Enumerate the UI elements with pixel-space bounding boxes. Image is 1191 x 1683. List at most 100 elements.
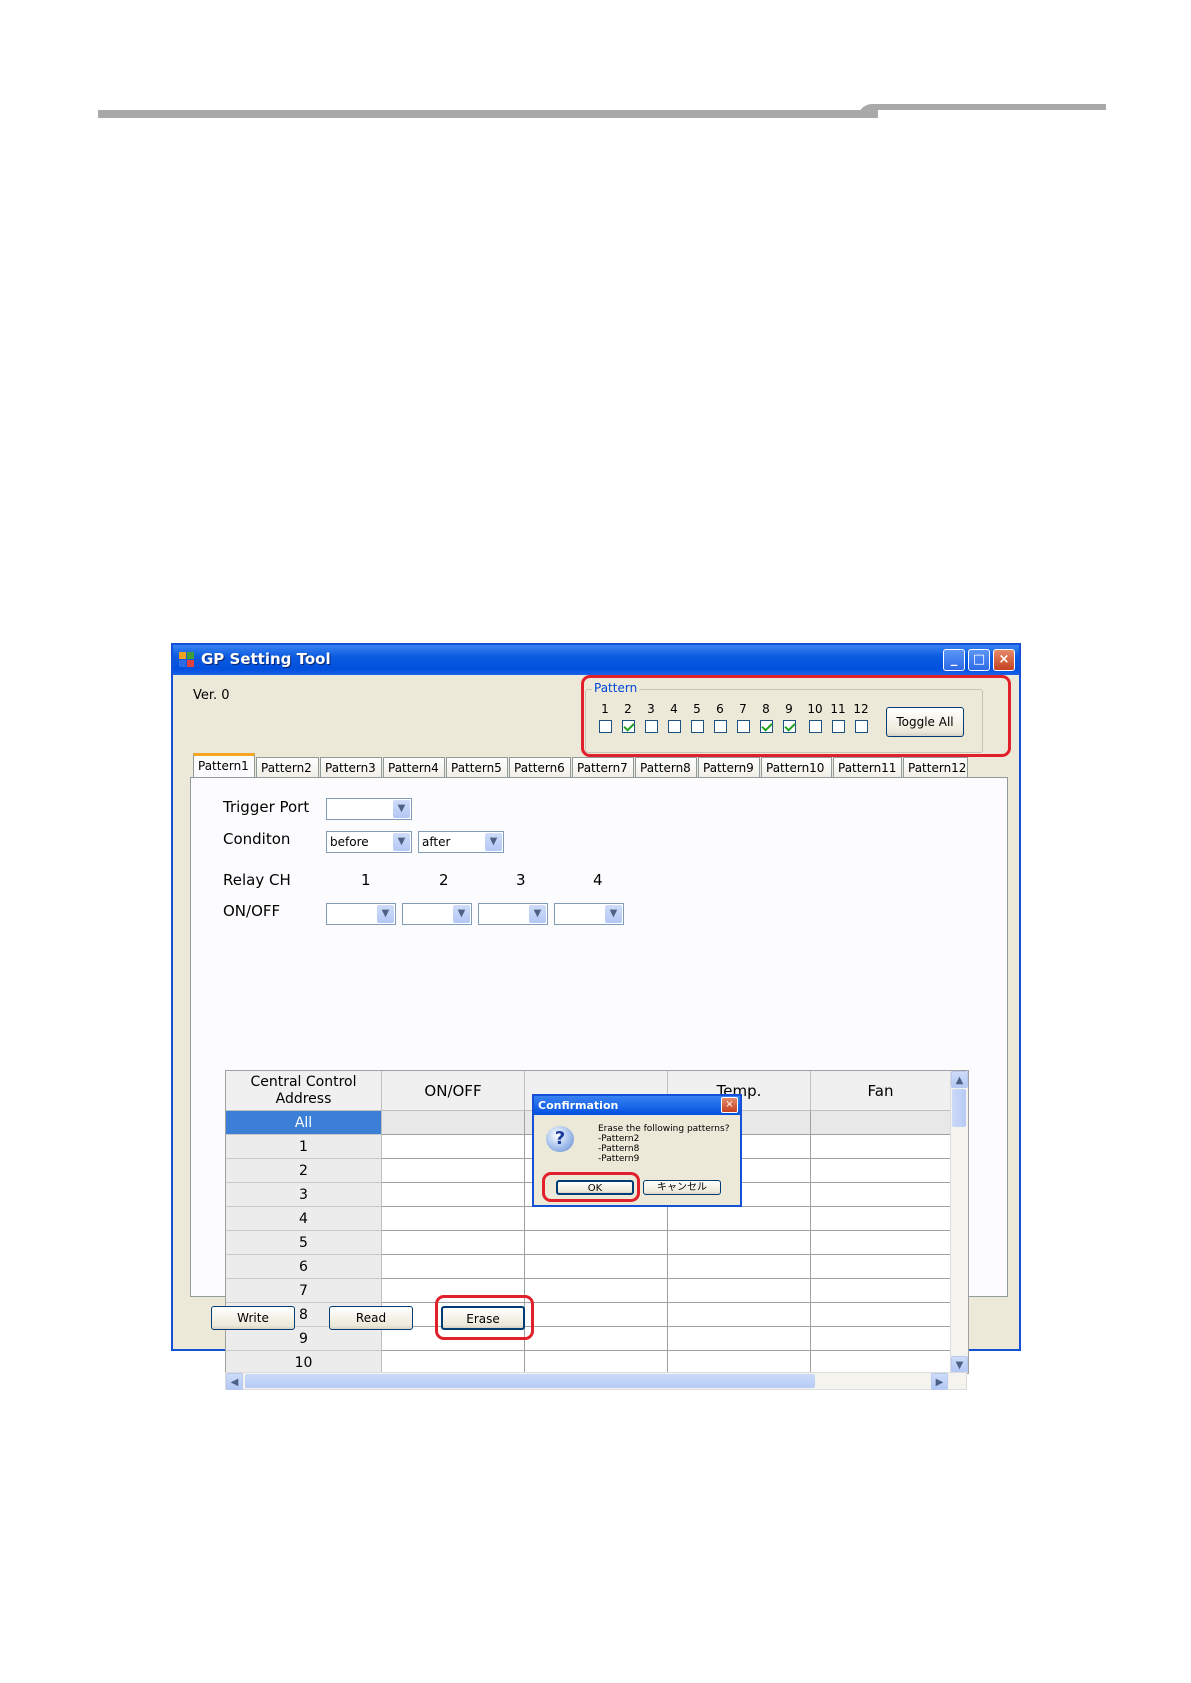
vertical-scroll-thumb[interactable] (952, 1089, 966, 1127)
row-header[interactable]: 1 (226, 1135, 382, 1159)
tab-pattern2[interactable]: Pattern2 (256, 757, 319, 777)
header-address[interactable]: Central Control Address (226, 1071, 382, 1111)
grid-cell[interactable] (811, 1231, 951, 1255)
scroll-right-icon[interactable]: ▶ (931, 1373, 948, 1390)
grid-cell[interactable] (811, 1255, 951, 1279)
grid-cell[interactable] (811, 1279, 951, 1303)
gp-setting-tool-window: GP Setting Tool _ □ × Ver. 0 Pattern 123… (171, 643, 1021, 1390)
condition-before-select[interactable]: before ▼ (326, 831, 412, 853)
close-button[interactable]: × (993, 649, 1015, 671)
grid-cell[interactable] (382, 1183, 525, 1207)
header-onoff[interactable]: ON/OFF (382, 1071, 525, 1111)
dialog-cancel-button[interactable]: キャンセル (643, 1180, 721, 1195)
read-button[interactable]: Read (329, 1306, 413, 1330)
relay-ch1-select[interactable]: ▼ (326, 903, 396, 925)
ok-highlight (542, 1172, 640, 1202)
grid-cell[interactable] (811, 1183, 951, 1207)
grid-cell[interactable] (811, 1327, 951, 1351)
grid-cell[interactable] (525, 1207, 668, 1231)
grid-cell[interactable] (668, 1207, 811, 1231)
title-bar[interactable]: GP Setting Tool _ □ × (173, 645, 1019, 675)
grid-cell[interactable] (525, 1255, 668, 1279)
relay-ch-4: 4 (593, 871, 603, 889)
row-header[interactable]: 3 (226, 1183, 382, 1207)
row-header[interactable]: 10 (226, 1351, 382, 1373)
grid-cell[interactable] (525, 1327, 668, 1351)
chevron-down-icon: ▼ (453, 905, 470, 923)
chevron-down-icon: ▼ (393, 833, 410, 851)
row-header[interactable]: 4 (226, 1207, 382, 1231)
grid-cell[interactable] (382, 1231, 525, 1255)
grid-cell[interactable] (525, 1231, 668, 1255)
tab-pattern10[interactable]: Pattern10 (761, 757, 832, 777)
grid-cell[interactable] (668, 1303, 811, 1327)
scroll-down-icon[interactable]: ▼ (951, 1356, 968, 1373)
grid-cell[interactable] (525, 1279, 668, 1303)
scroll-up-icon[interactable]: ▲ (951, 1071, 968, 1088)
condition-label: Conditon (223, 830, 291, 848)
row-header[interactable]: 7 (226, 1279, 382, 1303)
tab-pattern4[interactable]: Pattern4 (383, 757, 445, 777)
grid-cell[interactable] (811, 1207, 951, 1231)
grid-cell[interactable] (811, 1159, 951, 1183)
maximize-button[interactable]: □ (968, 649, 990, 671)
version-label: Ver. 0 (193, 688, 230, 703)
row-header-all[interactable]: All (226, 1111, 382, 1135)
question-icon: ? (546, 1126, 574, 1152)
relay-ch4-select[interactable]: ▼ (554, 903, 624, 925)
chevron-down-icon: ▼ (529, 905, 546, 923)
tab-pattern6[interactable]: Pattern6 (509, 757, 571, 777)
grid-cell[interactable] (811, 1351, 951, 1373)
scroll-left-icon[interactable]: ◀ (226, 1373, 243, 1390)
dialog-close-icon[interactable]: × (721, 1097, 738, 1113)
header-fan[interactable]: Fan (811, 1071, 951, 1111)
relay-ch2-select[interactable]: ▼ (402, 903, 472, 925)
condition-after-value: after (422, 835, 451, 849)
condition-after-select[interactable]: after ▼ (418, 831, 504, 853)
grid-cell[interactable] (525, 1351, 668, 1373)
relay-ch-1: 1 (361, 871, 371, 889)
tab-pattern9[interactable]: Pattern9 (698, 757, 760, 777)
grid-cell[interactable] (668, 1279, 811, 1303)
row-header[interactable]: 2 (226, 1159, 382, 1183)
tab-pattern3[interactable]: Pattern3 (320, 757, 382, 777)
trigger-port-select[interactable]: ▼ (326, 798, 412, 820)
grid-cell[interactable] (382, 1207, 525, 1231)
grid-cell[interactable] (382, 1351, 525, 1373)
trigger-port-label: Trigger Port (223, 798, 310, 816)
grid-cell[interactable] (811, 1135, 951, 1159)
tab-pattern1[interactable]: Pattern1 (193, 753, 255, 778)
grid-cell[interactable] (668, 1255, 811, 1279)
header-rule-right (900, 104, 1106, 110)
app-icon (179, 652, 195, 668)
grid-cell[interactable] (668, 1327, 811, 1351)
relay-ch-3: 3 (516, 871, 526, 889)
relay-ch3-select[interactable]: ▼ (478, 903, 548, 925)
tab-pattern11[interactable]: Pattern11 (833, 757, 902, 777)
tab-pattern7[interactable]: Pattern7 (572, 757, 634, 777)
horizontal-scrollbar[interactable]: ◀ ▶ (225, 1372, 967, 1390)
grid-cell[interactable] (811, 1303, 951, 1327)
grid-cell[interactable] (525, 1303, 668, 1327)
vertical-scrollbar[interactable]: ▲ ▼ (950, 1071, 968, 1373)
row-header[interactable]: 5 (226, 1231, 382, 1255)
grid-cell[interactable] (382, 1135, 525, 1159)
grid-cell[interactable] (668, 1231, 811, 1255)
tab-pattern5[interactable]: Pattern5 (446, 757, 508, 777)
tab-pattern8[interactable]: Pattern8 (635, 757, 697, 777)
dialog-title: Confirmation (534, 1096, 740, 1115)
grid-cell[interactable] (382, 1111, 525, 1135)
row-header[interactable]: 6 (226, 1255, 382, 1279)
dialog-message: Erase the following patterns? -Pattern2 … (598, 1124, 730, 1164)
chevron-down-icon: ▼ (605, 905, 622, 923)
chevron-down-icon: ▼ (377, 905, 394, 923)
tab-pattern12[interactable]: Pattern12 (903, 757, 968, 777)
grid-cell[interactable] (811, 1111, 951, 1135)
minimize-button[interactable]: _ (943, 649, 965, 671)
write-button[interactable]: Write (211, 1306, 295, 1330)
row-header[interactable]: 9 (226, 1327, 382, 1351)
grid-cell[interactable] (382, 1159, 525, 1183)
grid-cell[interactable] (382, 1255, 525, 1279)
grid-cell[interactable] (668, 1351, 811, 1373)
horizontal-scroll-thumb[interactable] (245, 1374, 815, 1388)
